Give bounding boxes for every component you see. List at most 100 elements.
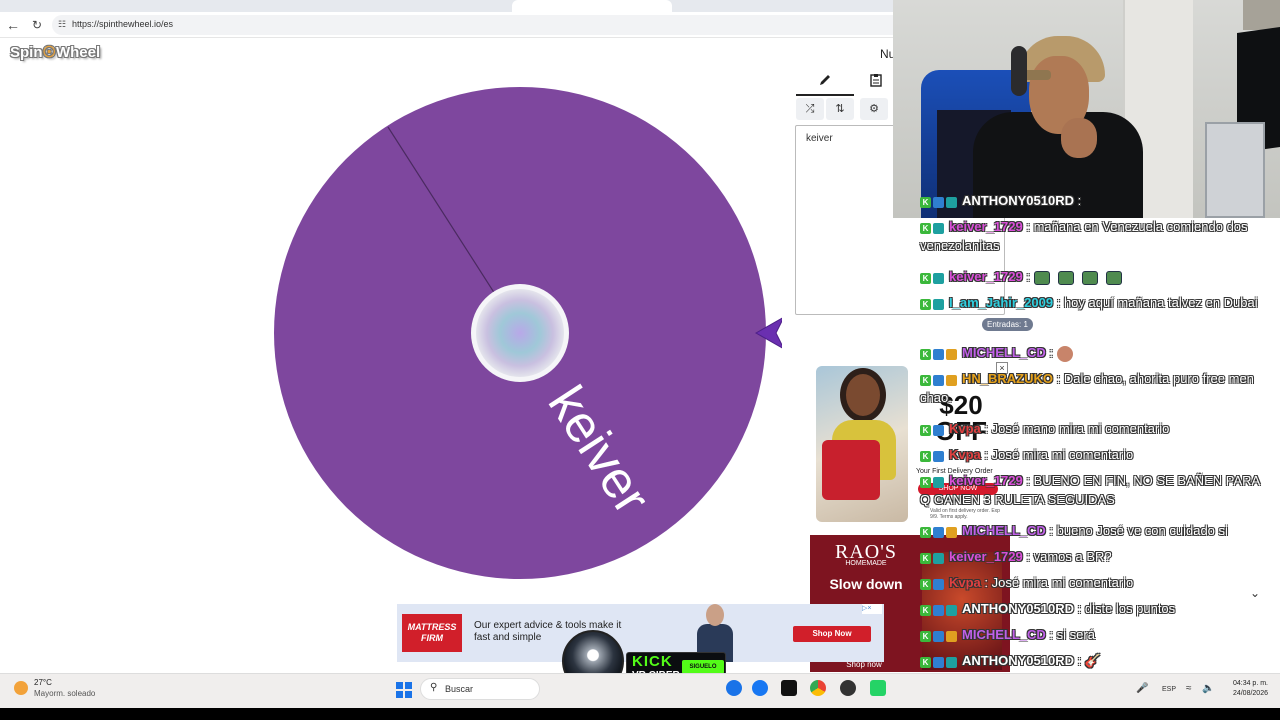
chat-badges: K xyxy=(920,295,946,313)
kick-badge-icon: K xyxy=(920,604,931,616)
chat-username[interactable]: Kvpa xyxy=(949,575,981,590)
weather-temperature[interactable]: 27°C xyxy=(34,678,52,687)
tab-results[interactable] xyxy=(856,70,896,96)
chat-username[interactable]: ANTHONY0510RD xyxy=(962,193,1074,208)
volume-icon[interactable]: 🔈 xyxy=(1202,683,1214,694)
reload-icon[interactable]: ↻ xyxy=(29,17,45,33)
gear-icon: ⚙ xyxy=(869,103,879,115)
kick-badge-icon: K xyxy=(920,450,931,462)
chat-username[interactable]: keiver_1729 xyxy=(949,269,1023,284)
chat-username[interactable]: MICHELL_CD xyxy=(962,345,1046,360)
entries-text: keiver xyxy=(806,133,833,144)
taskbar-clock[interactable]: 04:34 p. m. 24/08/2026 xyxy=(1226,679,1268,699)
chat-username[interactable]: ANTHONY0510RD xyxy=(962,653,1074,668)
chat-text: : José mira mi comentario xyxy=(984,447,1134,462)
kick-badge-icon: K xyxy=(920,272,931,284)
chat-username[interactable]: keiver_1729 xyxy=(949,473,1023,488)
browser-tab[interactable] xyxy=(676,0,836,12)
browser-tab[interactable] xyxy=(350,0,510,12)
taskbar xyxy=(0,673,1280,708)
search-icon: ⚲ xyxy=(430,682,438,693)
ad-choices-icon[interactable]: ▷× xyxy=(862,604,882,614)
browser-tab[interactable] xyxy=(20,0,180,12)
chat-badges: K xyxy=(920,269,946,287)
kick-badge-icon: K xyxy=(920,424,931,436)
chat-username[interactable]: keiver_1729 xyxy=(949,549,1023,564)
webcam-feed xyxy=(893,0,1280,218)
chat-username[interactable]: MICHELL_CD xyxy=(962,627,1046,642)
windows-start-icon[interactable] xyxy=(396,682,412,698)
subscriber-badge-icon xyxy=(933,604,944,616)
whatsapp-icon[interactable] xyxy=(870,680,886,696)
chat-badges: K xyxy=(920,523,959,541)
money-emote-icon xyxy=(1105,270,1122,285)
sun-icon[interactable] xyxy=(14,681,28,695)
chat-username[interactable]: HN_BRAZUKO xyxy=(962,371,1053,386)
facebook-icon[interactable] xyxy=(752,680,768,696)
chevron-down-icon[interactable]: ⌄ xyxy=(1250,586,1260,600)
language-indicator[interactable]: ESP xyxy=(1162,686,1176,693)
chat-username[interactable]: keiver_1729 xyxy=(949,219,1023,234)
chat-message: K MICHELL_CD : xyxy=(920,344,1270,363)
spin-wheel[interactable]: keiver xyxy=(262,80,782,592)
site-info-icon[interactable]: ☷ xyxy=(58,19,66,30)
browser-tab[interactable] xyxy=(840,0,900,12)
mattress-shop-now-button[interactable]: Shop Now xyxy=(793,626,871,642)
subscriber-badge-icon xyxy=(933,656,944,668)
chat-text: : hoy aquí mañana talvez en Dubai xyxy=(1056,295,1258,310)
kick-badge-icon: K xyxy=(920,630,931,642)
chat-text: : si será xyxy=(1049,627,1095,642)
microphone-icon[interactable]: 🎤 xyxy=(1136,683,1148,694)
chat-username[interactable]: Kvpa xyxy=(949,447,981,462)
back-arrow-icon[interactable]: ← xyxy=(5,17,21,33)
chat-badge-icon xyxy=(933,272,944,284)
chat-text: : xyxy=(1049,345,1054,360)
chat-username[interactable]: MICHELL_CD xyxy=(962,523,1046,538)
chat-message: K Kvpa : José mira mi comentario xyxy=(920,446,1270,465)
wifi-icon[interactable]: ≈ xyxy=(1186,683,1192,694)
money-emote-icon xyxy=(1081,270,1098,285)
shuffle-button[interactable]: ⤮ xyxy=(796,98,824,120)
site-logo[interactable]: Spin☉Wheel xyxy=(10,43,100,61)
browser-tab-active[interactable] xyxy=(512,0,672,12)
kick-badge-icon: K xyxy=(920,374,931,386)
chat-badge-icon xyxy=(946,196,957,208)
kick-badge-icon: K xyxy=(920,476,931,488)
settings-button[interactable]: ⚙ xyxy=(860,98,888,120)
weather-description[interactable]: Mayorm. soleado xyxy=(34,689,95,698)
logo-prefix: Spin xyxy=(10,44,43,61)
chat-message: K HN_BRAZUKO : Dale chao, ahorita puro fr… xyxy=(920,370,1270,407)
logo-suffix: Wheel xyxy=(55,44,101,61)
shuffle-icon: ⤮ xyxy=(805,103,815,115)
chat-message: K I_am_Jahir_2009 : hoy aquí mañana talve… xyxy=(920,294,1270,313)
chat-badge-icon xyxy=(933,476,944,488)
chat-text: : bueno José ve con cuidado si xyxy=(1049,523,1228,538)
sort-button[interactable]: ⇅ xyxy=(826,98,854,120)
tiktok-icon[interactable] xyxy=(781,680,797,696)
taskbar-search[interactable] xyxy=(420,678,540,700)
chat-text: : xyxy=(1026,269,1030,284)
face-emote-icon xyxy=(1056,345,1073,362)
chat-badge-icon xyxy=(933,222,944,234)
chat-badges: K xyxy=(920,421,946,439)
obs-icon[interactable] xyxy=(840,680,856,696)
chat-badges: K xyxy=(920,549,946,567)
sort-icon: ⇅ xyxy=(835,103,845,115)
kick-badge-icon: K xyxy=(920,196,931,208)
browser-tab[interactable] xyxy=(185,0,345,12)
chat-badges: K xyxy=(920,447,946,465)
url-field[interactable]: ☷ https://spinthewheel.io/es xyxy=(52,15,912,35)
kick-follow-badge: SIGUELO xyxy=(682,660,724,674)
subscriber-badge-icon xyxy=(933,374,944,386)
edge-icon[interactable] xyxy=(726,680,742,696)
chat-text: : vamos a BR? xyxy=(1026,549,1112,564)
chrome-icon[interactable] xyxy=(810,680,826,696)
chat-username[interactable]: I_am_Jahir_2009 xyxy=(949,295,1053,310)
chat-message: Kkeiver_1729 : xyxy=(920,268,1270,287)
tab-edit[interactable] xyxy=(796,70,854,96)
money-emote-icon xyxy=(1033,270,1050,285)
kick-badge-icon: K xyxy=(920,656,931,668)
chat-badge-icon xyxy=(946,604,957,616)
chat-username[interactable]: Kvpa xyxy=(949,421,981,436)
chat-username[interactable]: ANTHONY0510RD xyxy=(962,601,1074,616)
